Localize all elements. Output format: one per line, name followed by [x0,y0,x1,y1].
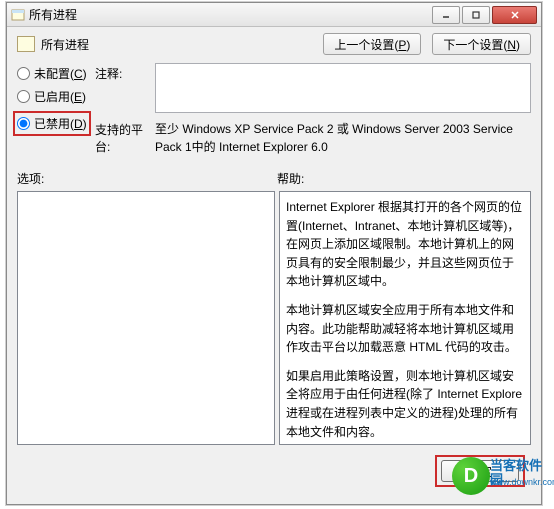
minimize-button[interactable] [432,6,460,24]
body-area: 未配置(C) 已启用(E) 已禁用(D) 注释: 支持的平台: 至少 Windo… [7,63,541,162]
help-pane[interactable]: Internet Explorer 根据其打开的各个网页的位置(Internet… [279,191,531,445]
radio-unconfigured-input[interactable] [17,67,30,80]
window-icon [11,8,25,22]
next-setting-button[interactable]: 下一个设置(N) [432,33,531,55]
header-row: 所有进程 上一个设置(P) 下一个设置(N) [7,27,541,63]
window-controls [430,6,537,24]
dialog-window: 所有进程 所有进程 上一个设置(P) 下一个设置(N) 未配置(C) 已启用(E… [6,2,542,505]
help-label: 帮助: [277,170,531,187]
radio-enabled-input[interactable] [17,90,30,103]
state-radio-group: 未配置(C) 已启用(E) 已禁用(D) [17,63,95,162]
dialog-footer: 确定 [7,445,541,487]
comment-textarea[interactable] [155,63,531,113]
policy-title: 所有进程 [41,36,312,53]
radio-disabled[interactable]: 已禁用(D) [13,111,91,136]
window-title: 所有进程 [29,6,430,23]
ok-button[interactable]: 确定 [441,460,519,482]
radio-disabled-input[interactable] [17,117,30,130]
content-panes: Internet Explorer 根据其打开的各个网页的位置(Internet… [7,191,541,445]
options-label: 选项: [17,170,277,187]
platform-label: 支持的平台: [95,119,155,156]
radio-unconfigured[interactable]: 未配置(C) [17,65,95,82]
titlebar: 所有进程 [7,3,541,27]
comment-label: 注释: [95,63,155,113]
close-button[interactable] [492,6,537,24]
help-paragraph: Internet Explorer 根据其打开的各个网页的位置(Internet… [286,198,524,291]
prev-setting-button[interactable]: 上一个设置(P) [323,33,421,55]
maximize-button[interactable] [462,6,490,24]
ok-highlight: 确定 [435,455,525,487]
help-paragraph: 如果启用此策略设置，则本地计算机区域安全将应用于由任何进程(除了 Interne… [286,367,524,441]
pane-headers: 选项: 帮助: [7,162,541,191]
radio-enabled[interactable]: 已启用(E) [17,88,95,105]
form-column: 注释: 支持的平台: 至少 Windows XP Service Pack 2 … [95,63,531,162]
policy-icon [17,36,35,52]
options-pane[interactable] [17,191,275,445]
help-paragraph: 本地计算机区域安全应用于所有本地文件和内容。此功能帮助减轻将本地计算机区域用作攻… [286,301,524,357]
platform-text: 至少 Windows XP Service Pack 2 或 Windows S… [155,119,531,156]
